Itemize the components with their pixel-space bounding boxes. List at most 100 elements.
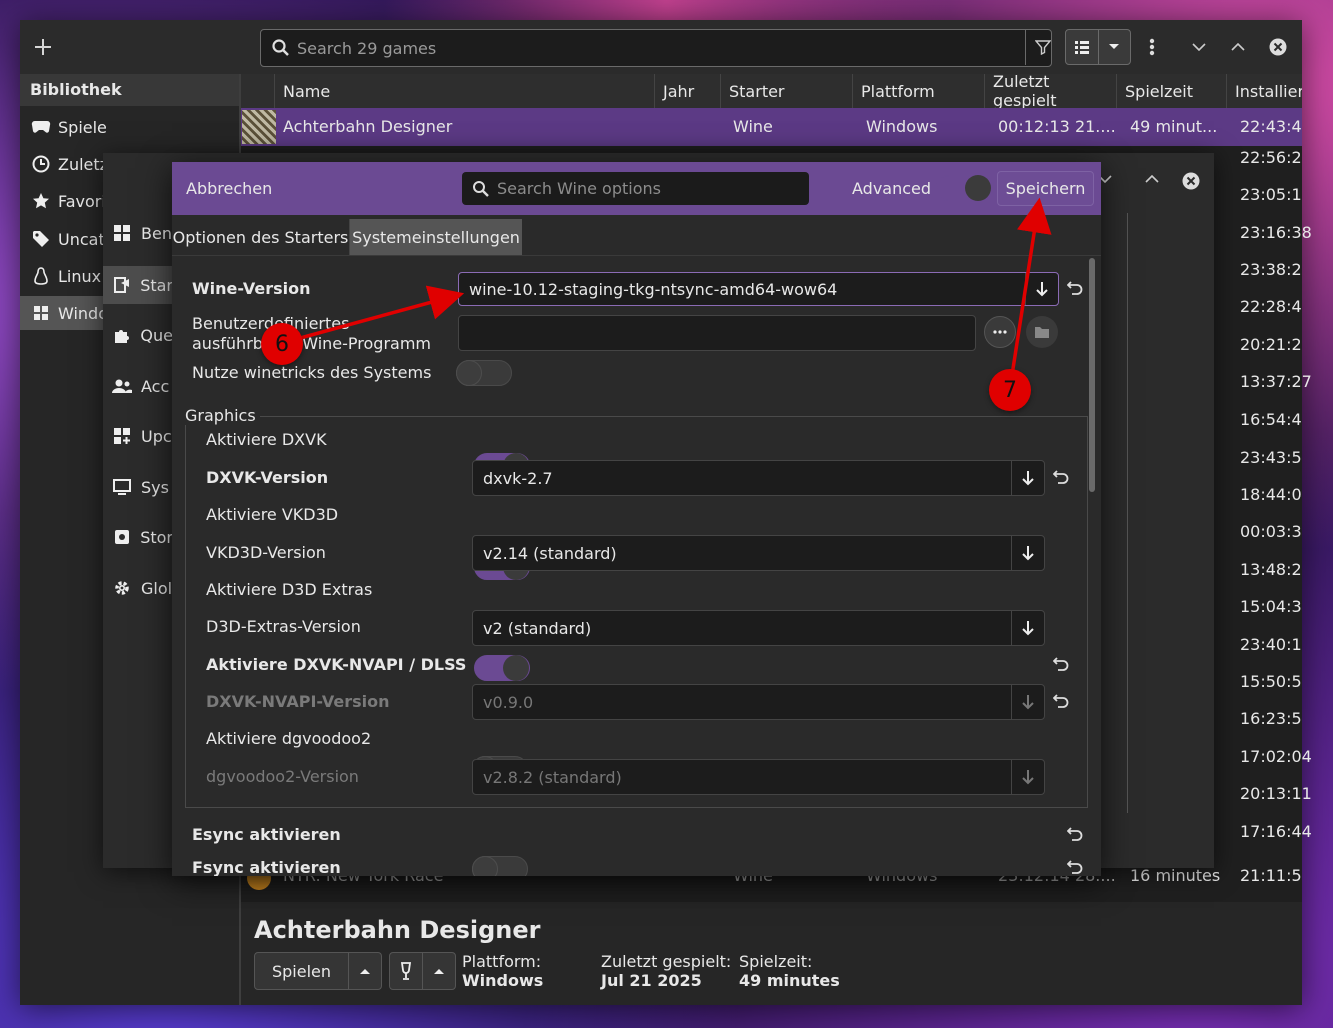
install-time-cell: 00:03:3 — [1240, 522, 1302, 541]
custom-exe-edit-button[interactable] — [984, 316, 1016, 348]
config-tab-storage[interactable]: Stor — [103, 520, 173, 554]
arrow-down-icon — [1022, 471, 1034, 486]
wine-version-dropdown[interactable]: wine-10.12-staging-tkg-ntsync-amd64-wow6… — [458, 272, 1059, 306]
reset-dxvk-version-button[interactable] — [1052, 468, 1069, 489]
platform-value: Windows — [462, 971, 544, 990]
dialog-close-button[interactable] — [1182, 172, 1200, 194]
config-tab-sources[interactable]: Que — [103, 318, 173, 352]
advanced-label: Advanced — [852, 179, 932, 198]
dgvoodoo-version-dropdown: v2.8.2 (standard) — [472, 759, 1045, 795]
game-settings-button[interactable] — [389, 952, 423, 990]
config-tab-system[interactable]: Sys — [103, 470, 173, 504]
scrollbar[interactable] — [1089, 258, 1095, 492]
save-button[interactable]: Speichern — [997, 171, 1094, 206]
column-header-last-played[interactable]: Zuletzt gespielt — [985, 72, 1117, 110]
reset-fsync-button[interactable] — [1066, 858, 1083, 876]
config-tab-game-info[interactable]: Ben — [103, 216, 173, 250]
column-header-runner[interactable]: Starter — [721, 74, 853, 108]
playtime-info: Spielzeit: 49 minutes — [739, 952, 840, 990]
d3d-extras-version-value: v2 (standard) — [483, 618, 592, 638]
minimize-button[interactable] — [1182, 30, 1216, 64]
gear-icon — [115, 581, 129, 595]
play-options-button[interactable] — [348, 952, 382, 990]
filter-button[interactable] — [1025, 29, 1060, 65]
config-tab-accounts[interactable]: Acc — [103, 369, 173, 403]
close-button[interactable] — [1261, 30, 1295, 64]
esync-label: Esync aktivieren — [192, 825, 341, 844]
tab-runner-options[interactable]: Optionen des Starters — [172, 219, 350, 255]
list-view-button[interactable] — [1066, 30, 1099, 64]
undo-icon — [1066, 827, 1083, 841]
vkd3d-version-dropdown[interactable]: v2.14 (standard) — [472, 535, 1045, 571]
undo-icon — [1052, 470, 1069, 484]
reset-nvapi-button[interactable] — [1052, 655, 1069, 676]
table-row-selected[interactable]: Achterbahn Designer Wine Windows 00:12:1… — [241, 108, 1302, 146]
config-tab-label: Ben — [141, 223, 172, 243]
custom-exe-input[interactable] — [458, 315, 976, 351]
view-options-dropdown[interactable] — [1099, 30, 1131, 64]
sidebar-title: Bibliothek — [30, 80, 122, 99]
graphics-group-label: Graphics — [185, 406, 260, 425]
wine-options-search[interactable]: Search Wine options — [462, 172, 809, 205]
sidebar-item-spiele[interactable]: Spiele — [28, 110, 239, 144]
d3d-extras-toggle[interactable] — [474, 655, 530, 681]
starter-icon — [113, 277, 129, 293]
search-icon — [272, 39, 289, 56]
clock-icon — [32, 155, 50, 173]
custom-exe-browse-button[interactable] — [1026, 316, 1058, 348]
install-time-cell: 13:37:27 — [1240, 372, 1312, 391]
dxvk-enable-label: Aktiviere DXVK — [206, 430, 327, 449]
search-input[interactable]: Search 29 games — [297, 39, 436, 58]
dxvk-version-dropdown[interactable]: dxvk-2.7 — [472, 460, 1045, 496]
close-icon — [1182, 172, 1200, 190]
sidebar-item-label: Zuletz — [58, 154, 109, 174]
menu-button[interactable] — [1135, 30, 1169, 64]
maximize-button[interactable] — [1221, 30, 1255, 64]
column-header-icon[interactable] — [241, 74, 275, 108]
system-winetricks-toggle[interactable] — [456, 360, 512, 386]
playtime-value: 49 minutes — [739, 971, 840, 990]
dgvoodoo-toggle[interactable] — [472, 856, 528, 876]
wine-glass-icon — [400, 962, 412, 980]
tab-system-settings[interactable]: Systemeinstellungen — [350, 219, 522, 255]
config-tab-label: Que — [140, 325, 173, 345]
column-header-name[interactable]: Name — [275, 74, 655, 108]
arrow-down-icon — [1022, 695, 1034, 710]
config-tab-label: Stor — [140, 527, 173, 547]
search-bar[interactable]: Search 29 games — [260, 29, 1052, 67]
column-header-playtime[interactable]: Spielzeit — [1117, 74, 1227, 108]
platform-label: Plattform: — [462, 952, 542, 971]
reset-wine-version-button[interactable] — [1066, 279, 1083, 300]
install-time-cell: 23:38:2 — [1240, 260, 1302, 279]
install-time-cell: 20:13:11 — [1240, 784, 1312, 803]
dialog-maximize-button[interactable] — [1145, 168, 1159, 187]
kebab-menu-icon — [1149, 38, 1155, 56]
column-header-platform[interactable]: Plattform — [853, 74, 985, 108]
config-tab-updates[interactable]: Upc — [103, 419, 173, 453]
undo-icon — [1066, 281, 1083, 295]
d3d-extras-version-dropdown[interactable]: v2 (standard) — [472, 610, 1045, 646]
advanced-toggle[interactable] — [936, 175, 992, 201]
sidebar-item-label: Favori — [58, 191, 106, 211]
add-game-button[interactable] — [26, 30, 60, 64]
custom-exe-label-line2: ausführbares Wine-Programm — [192, 334, 431, 353]
settings-options-button[interactable] — [422, 952, 456, 990]
sidebar-item-label: Windo — [58, 303, 108, 323]
reset-nvapi-version-button[interactable] — [1052, 692, 1069, 713]
wine-options-search-input[interactable]: Search Wine options — [497, 179, 661, 198]
row-name: Achterbahn Designer — [283, 117, 453, 136]
tag-icon — [33, 231, 49, 247]
config-tab-global[interactable]: Glol — [103, 571, 173, 605]
play-button[interactable]: Spielen — [254, 952, 349, 990]
column-header-year[interactable]: Jahr — [655, 74, 721, 108]
cancel-button[interactable]: Abbrechen — [186, 179, 272, 198]
config-tab-label: Sys — [141, 477, 169, 497]
undo-icon — [1066, 860, 1083, 874]
grid-icon — [114, 225, 130, 241]
install-time-cell: 23:16:38 — [1240, 223, 1312, 242]
reset-esync-button[interactable] — [1066, 825, 1083, 846]
column-header-installed[interactable]: Installier — [1227, 74, 1302, 108]
config-tab-label: Acc — [141, 376, 170, 396]
config-tab-runner[interactable]: Star — [103, 266, 173, 304]
undo-icon — [1052, 694, 1069, 708]
